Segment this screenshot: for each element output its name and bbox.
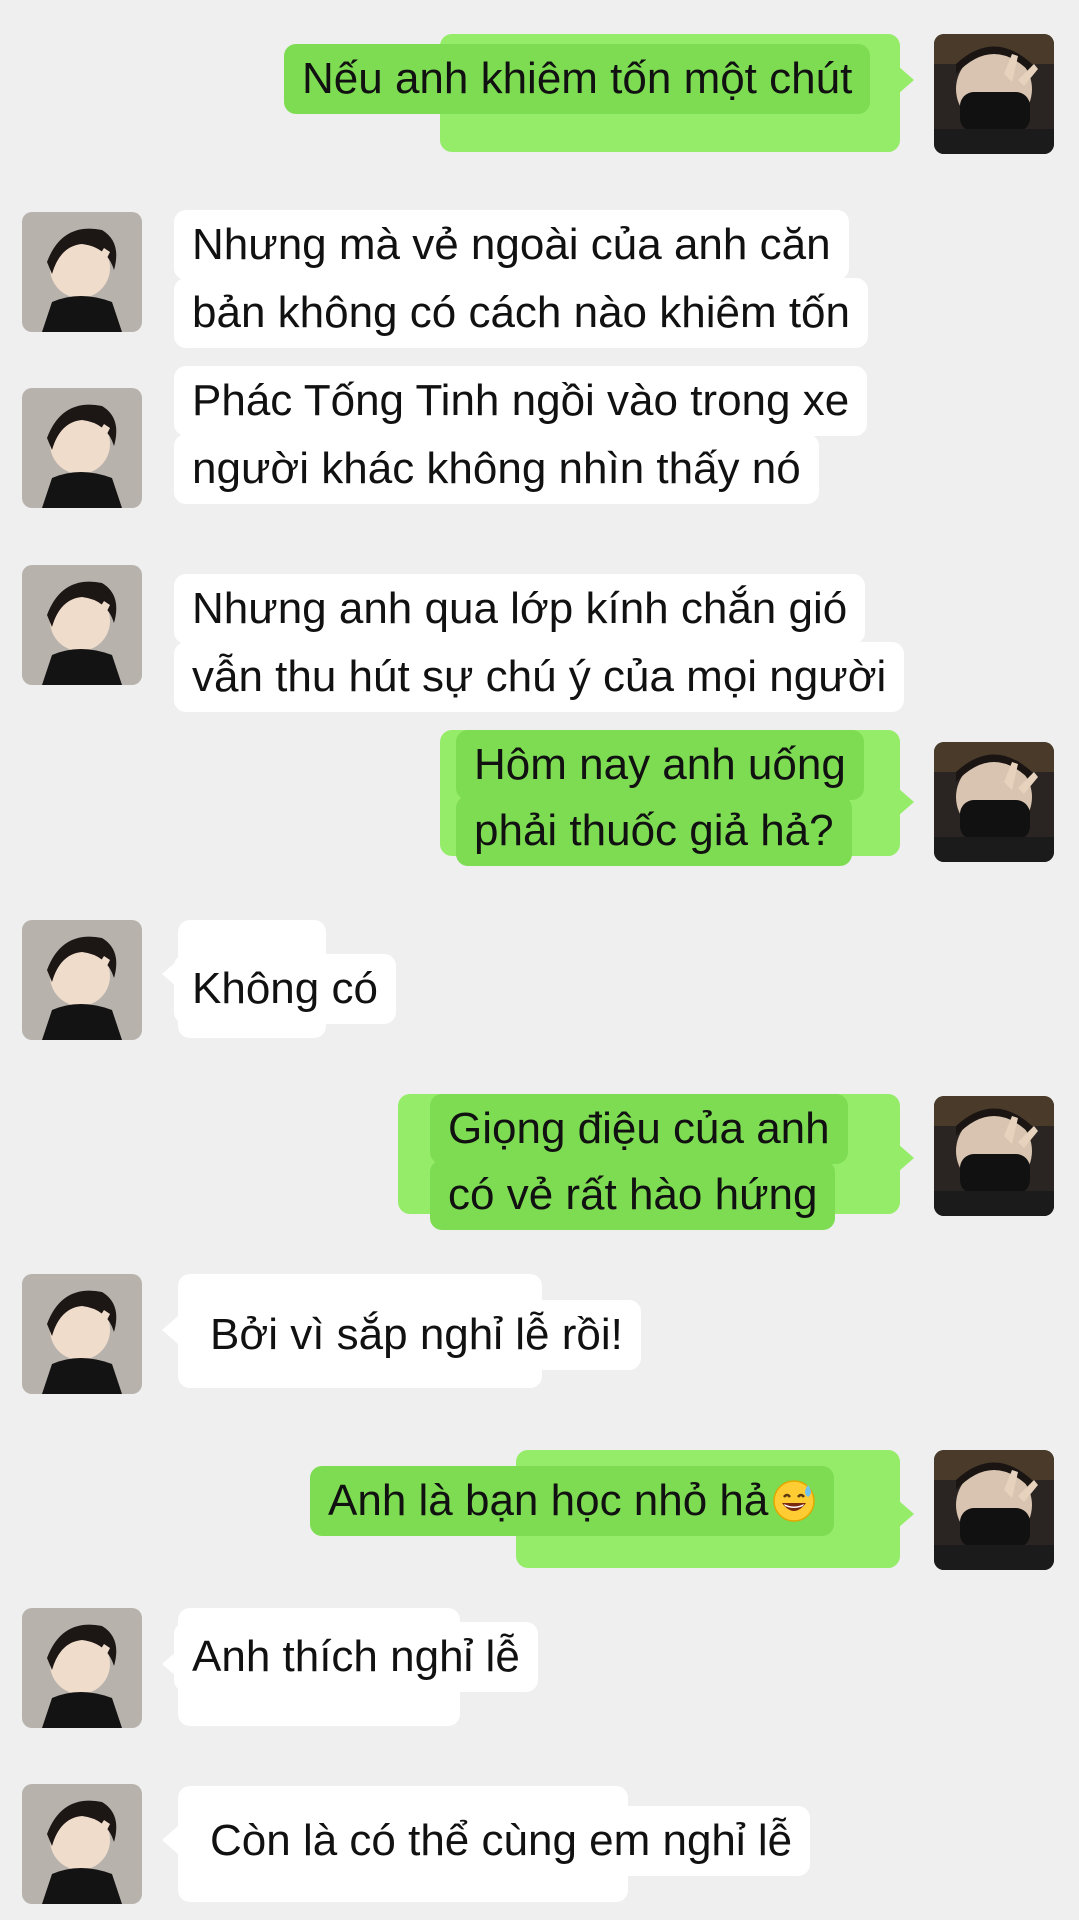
contact-avatar[interactable] [22,388,142,508]
message-line: Không có [174,954,396,1024]
bubble-tail [898,788,914,816]
contact-avatar[interactable] [22,565,142,685]
message-line: Nhưng anh qua lớp kính chắn gió [174,574,866,644]
my-avatar[interactable] [934,1450,1054,1570]
message-line: Anh thích nghỉ lễ [174,1622,538,1692]
message-line: Còn là có thể cùng em nghỉ lễ [192,1806,811,1876]
message-line: Giọng điệu của anh [430,1094,848,1164]
message-line: Bởi vì sắp nghỉ lễ rồi! [192,1300,641,1370]
bubble-tail [898,66,914,94]
bubble-tail [162,1316,178,1344]
my-avatar[interactable] [934,1096,1054,1216]
bubble-tail [162,1826,178,1854]
my-avatar[interactable] [934,34,1054,154]
message-line: có vẻ rất hào hứng [430,1160,836,1230]
bubble-tail [898,1144,914,1172]
bubble-tail [898,1500,914,1528]
message-line: Nhưng mà vẻ ngoài của anh căn [174,210,849,280]
message-line: Hôm nay anh uống [456,730,864,800]
message-line: phải thuốc giả hả? [456,796,852,866]
contact-avatar[interactable] [22,212,142,332]
contact-avatar[interactable] [22,1274,142,1394]
my-avatar[interactable] [934,742,1054,862]
contact-avatar[interactable] [22,1784,142,1904]
chat-area: Nếu anh khiêm tốn một chút Nhưng mà vẻ n… [0,0,1079,1920]
message-line: Phác Tống Tinh ngồi vào trong xe [174,366,868,436]
grinning-sweat-emoji [772,1474,816,1522]
contact-avatar[interactable] [22,1608,142,1728]
message-line: bản không có cách nào khiêm tốn [174,278,869,348]
message-line: vẫn thu hút sự chú ý của mọi người [174,642,905,712]
message-line: Anh là bạn học nhỏ hả [310,1466,835,1536]
message-line: người khác không nhìn thấy nó [174,434,819,504]
contact-avatar[interactable] [22,920,142,1040]
message-text: Anh là bạn học nhỏ hả [328,1476,769,1525]
message-line: Nếu anh khiêm tốn một chút [284,44,871,114]
